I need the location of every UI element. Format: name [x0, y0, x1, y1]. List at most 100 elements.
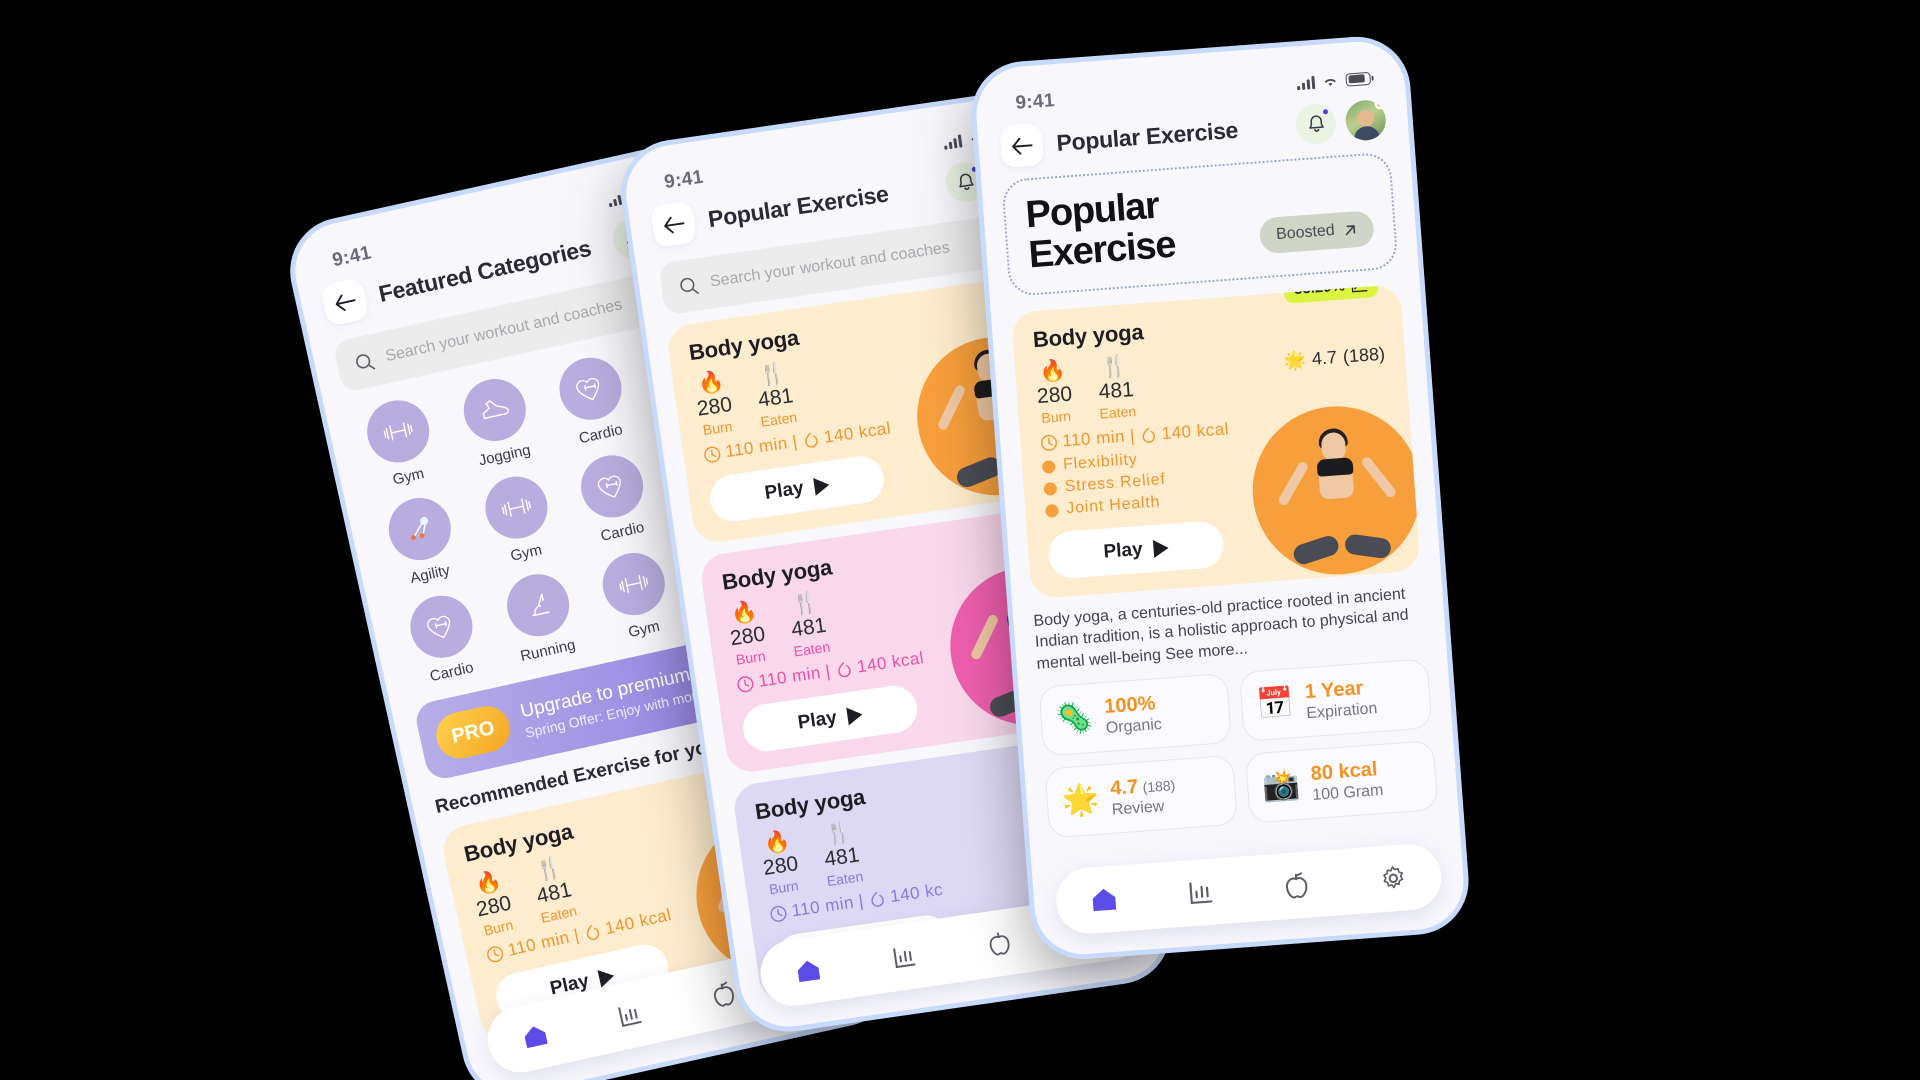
category-item[interactable]: Jogging	[444, 370, 551, 474]
play-label: Play	[1102, 538, 1144, 563]
category-item[interactable]: Cardio	[540, 349, 647, 453]
arrow-up-right-icon	[1345, 224, 1356, 235]
info-caption: Review	[1111, 797, 1165, 819]
play-button[interactable]: Play	[740, 682, 921, 755]
kcal-icon	[586, 924, 599, 940]
nav-stats[interactable]	[882, 934, 927, 979]
status-time: 9:41	[663, 166, 705, 194]
avatar[interactable]	[1344, 98, 1388, 142]
category-item[interactable]: Gym	[465, 468, 572, 572]
growth-value: 35.29%	[1293, 284, 1346, 299]
camera-icon: 📸	[1261, 767, 1301, 804]
phone-screen: 9:41 Popular Exercise	[973, 38, 1467, 957]
yoga-figure	[1272, 412, 1403, 570]
signal-icon	[1296, 75, 1316, 90]
duration-value: 110 min	[757, 663, 823, 691]
apple-icon	[1286, 872, 1308, 899]
play-button[interactable]: Play	[707, 453, 888, 525]
category-item[interactable]: Cardio	[561, 446, 668, 550]
boosted-button[interactable]: Boosted	[1258, 210, 1375, 255]
category-item[interactable]: Running	[487, 565, 594, 669]
growth-badge: 35.29%	[1283, 284, 1379, 304]
gear-icon	[1382, 866, 1404, 889]
burn-stat: 🔥 280 Burn	[1034, 359, 1074, 426]
back-button[interactable]	[319, 276, 370, 327]
notifications-button[interactable]	[1294, 102, 1338, 146]
category-label: Gym	[391, 465, 426, 489]
bell-icon	[958, 173, 974, 191]
notification-badge	[1320, 106, 1331, 117]
kcal-icon	[1142, 427, 1155, 443]
app-bar-actions	[1294, 98, 1388, 146]
nav-stats[interactable]	[1179, 871, 1222, 914]
back-button[interactable]	[999, 123, 1045, 169]
info-text: 100% Organic	[1104, 692, 1163, 738]
mockup-stage: 9:41 Featured Categories Search your wor…	[0, 0, 1920, 1080]
eaten-stat: 🍴 481 Eaten	[786, 590, 831, 660]
burn-label: Burn	[768, 877, 800, 898]
kcal-value: 140 kcal	[855, 648, 926, 677]
play-button[interactable]: Play	[1047, 520, 1226, 580]
category-label: Jogging	[477, 441, 533, 470]
back-arrow-icon	[335, 294, 356, 311]
info-value-row: 4.7 (188)	[1110, 773, 1176, 801]
heart-dumbbell-icon	[553, 351, 628, 426]
info-text: 4.7 (188) Review	[1110, 773, 1178, 820]
category-label: Cardio	[428, 658, 476, 686]
nav-stats[interactable]	[606, 991, 654, 1039]
kcal-icon	[804, 432, 818, 448]
shoe-icon	[457, 373, 532, 448]
info-caption: Expiration	[1305, 699, 1378, 723]
clock-icon	[487, 945, 504, 962]
duration-value: 110 min	[1061, 426, 1126, 451]
category-label: Running	[518, 636, 578, 666]
stats-icon	[618, 1007, 642, 1028]
category-item[interactable]: Cardio	[391, 587, 498, 691]
category-label: Cardio	[577, 421, 625, 448]
heart-dumbbell-icon	[575, 449, 650, 524]
clock-icon	[737, 675, 754, 692]
cutlery-icon: 🍴	[1100, 354, 1129, 380]
category-item[interactable]: Agility	[369, 489, 476, 593]
play-label: Play	[796, 706, 839, 734]
home-icon	[524, 1026, 548, 1049]
nav-nutrition[interactable]	[977, 920, 1022, 965]
duration-value: 110 min	[724, 433, 789, 462]
signal-icon	[943, 133, 963, 150]
dumbbell-icon	[597, 547, 671, 621]
burn-stat: 🔥 280 Burn	[758, 829, 802, 898]
nav-home[interactable]	[1083, 878, 1126, 921]
flame-icon: 🔥	[1038, 359, 1067, 384]
dumbbell-icon	[361, 394, 436, 469]
benefit-label: Stress Relief	[1064, 471, 1167, 496]
search-icon	[680, 277, 699, 294]
nav-nutrition[interactable]	[1275, 864, 1318, 907]
play-label: Play	[763, 477, 805, 504]
rating-count: (188)	[1342, 343, 1386, 367]
bullet-dot-icon	[1043, 481, 1058, 496]
back-arrow-icon	[1011, 137, 1033, 155]
dumbbell-icon	[479, 470, 554, 545]
burn-value: 280	[695, 393, 734, 421]
bottom-nav	[1053, 841, 1444, 936]
kcal-value: 140 kcal	[1161, 419, 1230, 444]
info-value: 100%	[1103, 692, 1157, 718]
benefit-label: Flexibility	[1062, 451, 1139, 474]
status-time: 9:41	[1014, 90, 1056, 114]
burn-label: Burn	[734, 647, 767, 668]
benefit-label: Joint Health	[1065, 493, 1161, 518]
nav-settings[interactable]	[1372, 857, 1415, 900]
category-label: Gym	[508, 541, 544, 565]
wifi-icon	[1324, 78, 1336, 86]
chart-up-icon	[1351, 284, 1368, 292]
nav-home[interactable]	[786, 948, 831, 993]
nav-home[interactable]	[512, 1012, 560, 1060]
category-item[interactable]: Gym	[348, 391, 455, 495]
microbe-icon: 🦠	[1054, 700, 1095, 737]
eaten-stat: 🍴 481 Eaten	[819, 820, 864, 889]
info-caption: Organic	[1105, 715, 1163, 737]
back-button[interactable]	[649, 200, 698, 249]
meta-divider: |	[857, 891, 865, 911]
info-card-calories: 📸 80 kcal 100 Gram	[1244, 739, 1439, 824]
treadmill-icon	[500, 568, 575, 643]
